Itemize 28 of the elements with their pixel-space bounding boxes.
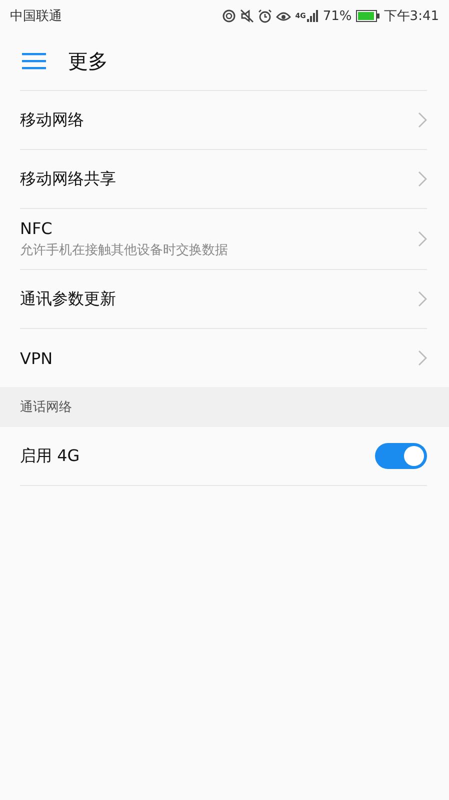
clock-time: 下午3:41 — [384, 8, 439, 25]
item-title: 移动网络 — [20, 110, 84, 130]
menu-icon[interactable] — [22, 52, 46, 70]
item-title: VPN — [20, 348, 53, 368]
carrier-name: 中国联通 — [10, 8, 62, 25]
chevron-icon — [418, 171, 427, 187]
settings-item[interactable]: 通讯参数更新 — [20, 270, 427, 329]
nfc-icon — [222, 9, 236, 23]
chevron-icon — [418, 112, 427, 128]
section-header: 通话网络 — [20, 399, 72, 416]
chevron-icon — [418, 231, 427, 247]
chevron-icon — [418, 291, 427, 307]
settings-item[interactable]: 移动网络 — [20, 90, 427, 150]
item-title: 通讯参数更新 — [20, 288, 116, 310]
item-title: 启用 4G — [20, 446, 80, 466]
mute-icon — [240, 9, 254, 23]
battery-percent: 71% — [322, 8, 352, 24]
settings-item[interactable]: NFC 允许手机在接触其他设备时交换数据 — [20, 209, 427, 270]
item-subtitle: 允许手机在接触其他设备时交换数据 — [20, 242, 228, 259]
page-title: 更多 — [68, 48, 108, 74]
alarm-icon — [258, 9, 272, 23]
chevron-icon — [418, 350, 427, 366]
toggle-switch[interactable] — [375, 443, 427, 469]
signal-icon — [306, 10, 319, 22]
settings-item[interactable]: 移动网络共享 — [20, 150, 427, 209]
item-title: NFC — [20, 219, 54, 238]
item-title: 移动网络共享 — [20, 168, 116, 190]
battery-icon — [356, 10, 380, 22]
